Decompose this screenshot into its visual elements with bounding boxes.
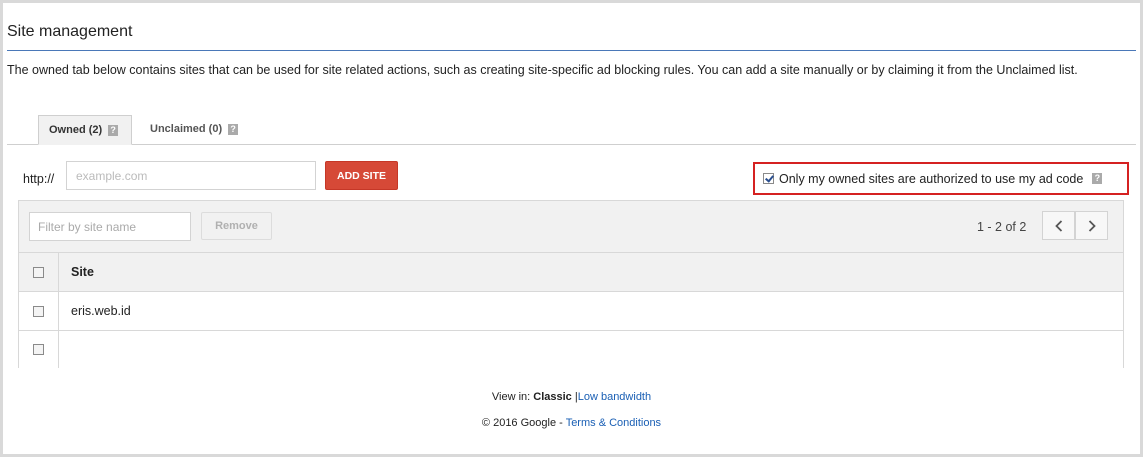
tab-owned-label: Owned (2): [49, 124, 103, 136]
tab-unclaimed[interactable]: Unclaimed (0) ?: [140, 115, 248, 143]
footer-dash: -: [559, 417, 563, 429]
chevron-left-icon: [1054, 219, 1062, 232]
authorized-sites-option: Only my owned sites are authorized to us…: [753, 162, 1129, 195]
filter-input[interactable]: [29, 212, 191, 241]
authorized-sites-checkbox[interactable]: [763, 173, 774, 184]
row-checkbox[interactable]: [33, 305, 44, 317]
chevron-right-icon: [1088, 219, 1096, 232]
next-page-button[interactable]: [1075, 211, 1108, 240]
title-divider: [7, 50, 1136, 51]
tab-owned[interactable]: Owned (2) ?: [38, 115, 132, 145]
help-icon[interactable]: ?: [108, 124, 119, 136]
table-row: [19, 330, 1123, 368]
help-icon[interactable]: ?: [1092, 173, 1103, 184]
page-description: The owned tab below contains sites that …: [7, 63, 1078, 77]
tab-bar: Owned (2) ? Unclaimed (0) ?: [7, 115, 1136, 145]
site-cell: eris.web.id: [71, 304, 131, 318]
tab-unclaimed-label: Unclaimed (0): [150, 123, 223, 135]
url-prefix-label: http://: [23, 172, 55, 186]
table-header-row: Site: [19, 252, 1123, 291]
pagination-count: 1 - 2 of 2: [977, 220, 1027, 234]
view-in-label: View in:: [491, 391, 531, 403]
terms-link[interactable]: Terms & Conditions: [566, 417, 661, 429]
page-title: Site management: [7, 23, 133, 40]
copyright-text: © 2016 Google: [481, 417, 557, 429]
remove-button[interactable]: Remove: [201, 212, 272, 240]
select-all-checkbox[interactable]: [33, 266, 44, 278]
copyright-footer: © 2016 Google - Terms & Conditions: [3, 417, 1140, 429]
view-classic: Classic: [533, 391, 572, 403]
low-bandwidth-link[interactable]: Low bandwidth: [578, 391, 651, 403]
table-toolbar: Remove 1 - 2 of 2: [19, 201, 1123, 252]
view-in-footer: View in: Classic |Low bandwidth: [3, 391, 1140, 403]
row-checkbox[interactable]: [33, 344, 44, 355]
previous-page-button[interactable]: [1042, 211, 1075, 240]
authorized-sites-label: Only my owned sites are authorized to us…: [779, 171, 1084, 186]
sites-table-panel: Remove 1 - 2 of 2 Site eris.web.id: [18, 200, 1124, 368]
site-url-input[interactable]: [66, 161, 316, 190]
help-icon[interactable]: ?: [228, 123, 239, 135]
table-row: eris.web.id: [19, 291, 1123, 330]
add-site-button[interactable]: ADD SITE: [325, 161, 398, 190]
column-header-site: Site: [71, 265, 94, 279]
